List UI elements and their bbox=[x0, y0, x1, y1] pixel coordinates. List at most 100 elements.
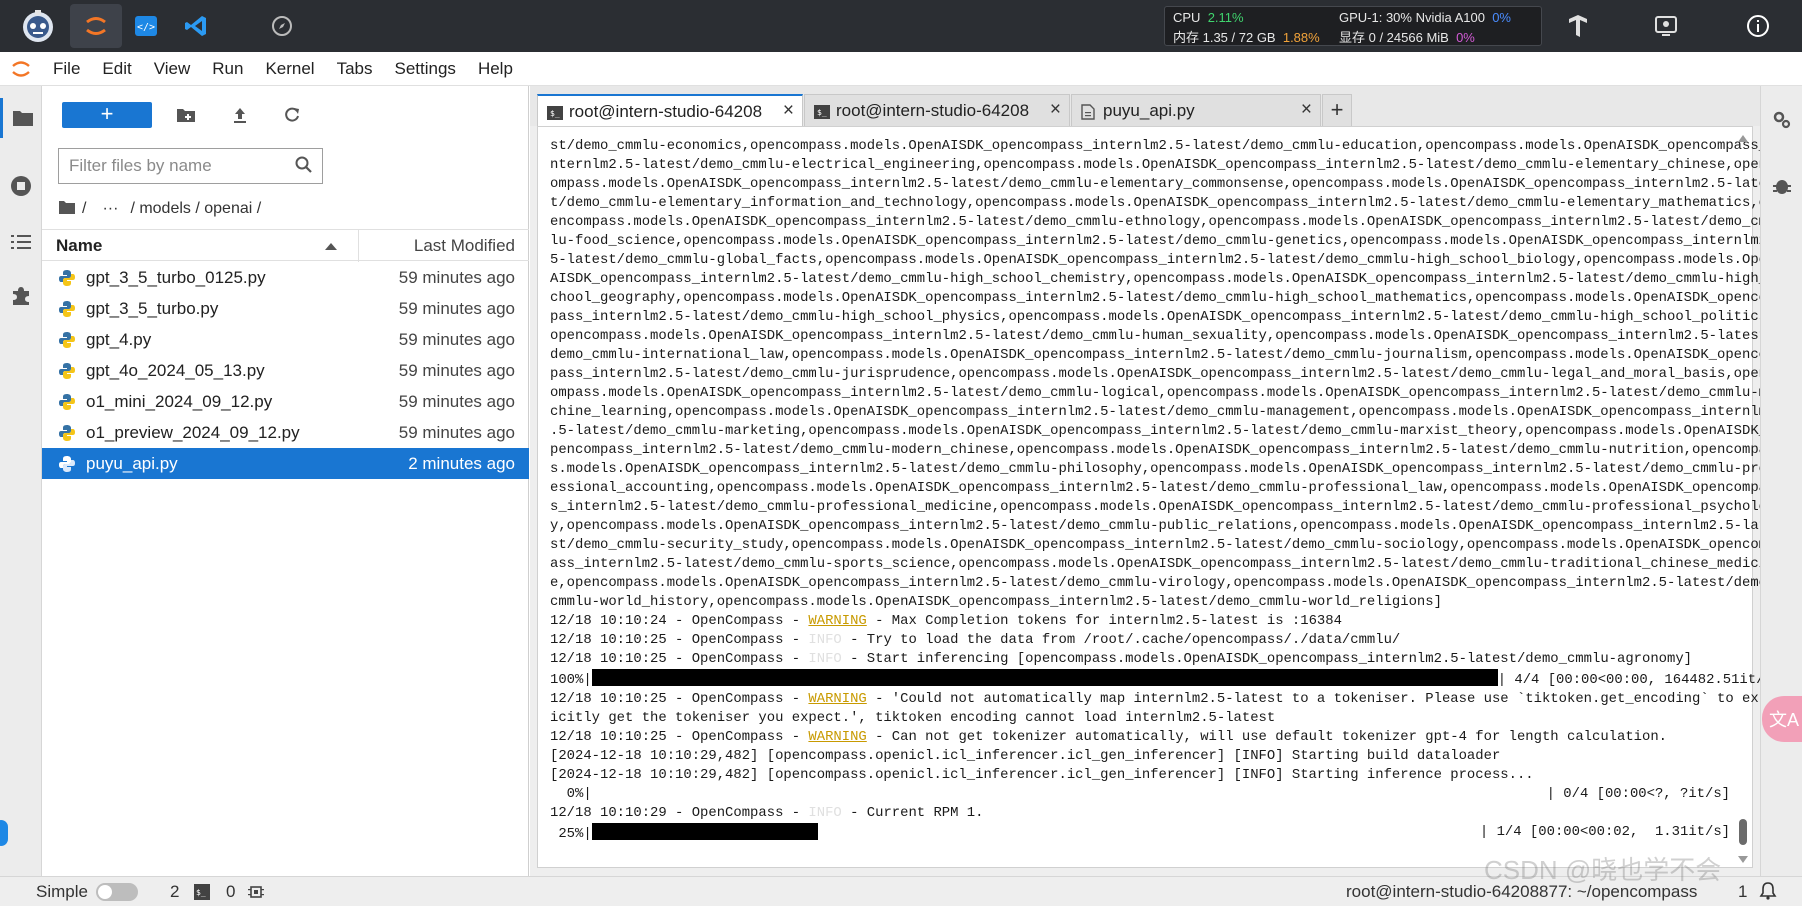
log-prefix: 12/18 10:10:25 - OpenCompass - bbox=[550, 691, 809, 707]
python-file-icon bbox=[58, 269, 76, 287]
simple-mode-toggle[interactable] bbox=[96, 883, 138, 901]
breadcrumb-ellipsis[interactable]: ··· bbox=[102, 200, 118, 218]
file-row-selected[interactable]: puyu_api.py 2 minutes ago bbox=[42, 448, 529, 479]
terminal-line: st/demo_cmmlu-security_study,opencompass… bbox=[550, 537, 1776, 553]
jupyter-app-icon[interactable] bbox=[70, 4, 122, 48]
close-icon[interactable]: × bbox=[1050, 99, 1061, 121]
file-row[interactable]: o1_mini_2024_09_12.py 59 minutes ago bbox=[42, 386, 529, 417]
menu-tabs[interactable]: Tabs bbox=[326, 59, 384, 79]
progress-stats: | 0/4 [00:00<?, ?it/s] bbox=[1546, 786, 1730, 802]
terminal-count[interactable]: 2 bbox=[170, 882, 179, 902]
file-row[interactable]: gpt_3_5_turbo.py 59 minutes ago bbox=[42, 293, 529, 324]
file-list: gpt_3_5_turbo_0125.py 59 minutes ago gpt… bbox=[42, 262, 529, 479]
terminal-line: pass_internlm2.5-latest/demo_cmmlu-juris… bbox=[550, 366, 1776, 382]
breadcrumb-path[interactable]: / models / openai / bbox=[130, 200, 261, 218]
terminal-line: essional_accounting,opencompass.models.O… bbox=[550, 480, 1776, 496]
menu-edit[interactable]: Edit bbox=[91, 59, 142, 79]
file-row[interactable]: o1_preview_2024_09_12.py 59 minutes ago bbox=[42, 417, 529, 448]
terminal-line: 5-latest/demo_cmmlu-global_facts,opencom… bbox=[550, 252, 1776, 268]
terminal-scrollbar[interactable] bbox=[1738, 135, 1748, 863]
progress-percent: 25%| bbox=[550, 826, 592, 842]
home-folder-icon[interactable] bbox=[58, 199, 76, 220]
file-name: gpt_4o_2024_05_13.py bbox=[86, 361, 265, 380]
code-editor-app-icon[interactable]: </> bbox=[120, 4, 172, 48]
extensions-puzzle-icon[interactable] bbox=[0, 276, 42, 316]
terminal-line: ompass.models.OpenAISDK_opencompass_inte… bbox=[550, 385, 1776, 401]
new-folder-icon[interactable] bbox=[172, 102, 200, 128]
tab-puyu-api[interactable]: puyu_api.py × bbox=[1071, 94, 1321, 126]
log-message: - Max Completion tokens for internlm2.5-… bbox=[866, 613, 1342, 629]
close-icon[interactable]: × bbox=[1301, 99, 1312, 121]
breadcrumb-root[interactable]: / bbox=[82, 200, 86, 218]
menu-file[interactable]: File bbox=[42, 59, 91, 79]
compass-icon[interactable] bbox=[256, 4, 308, 48]
refresh-icon[interactable] bbox=[278, 102, 306, 128]
file-modified: 2 minutes ago bbox=[408, 454, 515, 473]
file-filter-box bbox=[58, 148, 323, 184]
side-handle[interactable] bbox=[0, 820, 8, 846]
table-of-contents-icon[interactable] bbox=[0, 222, 42, 262]
running-sessions-icon[interactable] bbox=[0, 166, 42, 206]
column-divider[interactable] bbox=[358, 230, 359, 262]
menu-settings[interactable]: Settings bbox=[384, 59, 467, 79]
menu-kernel[interactable]: Kernel bbox=[254, 59, 325, 79]
file-row[interactable]: gpt_4o_2024_05_13.py 59 minutes ago bbox=[42, 355, 529, 386]
robot-logo-icon[interactable] bbox=[8, 4, 68, 48]
translate-icon[interactable]: 文A bbox=[1762, 696, 1802, 742]
menu-help[interactable]: Help bbox=[467, 59, 524, 79]
log-message: - 'Could not automatically map internlm2… bbox=[866, 691, 1776, 707]
debugger-bug-icon[interactable] bbox=[1761, 166, 1802, 206]
terminal-wrapped-block: st/demo_cmmlu-economics,opencompass.mode… bbox=[550, 137, 1776, 612]
file-list-header: Name Last Modified bbox=[42, 229, 529, 262]
new-launcher-button[interactable]: + bbox=[62, 102, 152, 128]
tab-label: root@intern-studio-64208 bbox=[569, 102, 763, 121]
log-prefix: 12/18 10:10:24 - OpenCompass - bbox=[550, 613, 809, 629]
terminal-line: demo_cmmlu-international_law,opencompass… bbox=[550, 347, 1776, 363]
progress-bar-fill bbox=[591, 823, 818, 840]
column-last-modified-header[interactable]: Last Modified bbox=[414, 236, 515, 256]
file-browser-tab-icon[interactable] bbox=[0, 98, 42, 138]
top-bar: </> CPU 2.11% 内存 1.35 / 72 GB 1.88% GPU-… bbox=[0, 0, 1802, 52]
scroll-down-icon[interactable] bbox=[1738, 856, 1748, 863]
column-name-header[interactable]: Name bbox=[56, 236, 102, 256]
text-file-icon bbox=[1081, 104, 1097, 120]
terminal-line: .5-latest/demo_cmmlu-marketing,opencompa… bbox=[550, 423, 1776, 439]
log-level-warning: WARNING bbox=[808, 691, 867, 707]
add-tab-button[interactable]: + bbox=[1322, 94, 1352, 126]
scroll-thumb[interactable] bbox=[1739, 819, 1747, 845]
file-name: o1_preview_2024_09_12.py bbox=[86, 423, 300, 442]
python-file-icon bbox=[58, 362, 76, 380]
tab-terminal-2[interactable]: $_ root@intern-studio-64208 × bbox=[804, 94, 1070, 126]
bell-icon[interactable] bbox=[1758, 881, 1778, 906]
terminal-line: pass_internlm2.5-latest/demo_cmmlu-high_… bbox=[550, 309, 1776, 325]
file-modified: 59 minutes ago bbox=[398, 392, 515, 411]
log-line: 12/18 10:10:25 - OpenCompass - WARNING -… bbox=[550, 728, 1730, 747]
terminal-line: s_internlm2.5-latest/demo_cmmlu-professi… bbox=[550, 499, 1776, 515]
left-sidebar-rail bbox=[0, 86, 42, 876]
upload-icon[interactable] bbox=[226, 102, 254, 128]
progress-bar-fill bbox=[591, 669, 1498, 686]
file-row[interactable]: gpt_4.py 59 minutes ago bbox=[42, 324, 529, 355]
close-icon[interactable]: × bbox=[783, 100, 794, 122]
terminal-line: st/demo_cmmlu-economics,opencompass.mode… bbox=[550, 138, 1776, 154]
menu-run[interactable]: Run bbox=[201, 59, 254, 79]
log-prefix: 12/18 10:10:25 - OpenCompass - bbox=[550, 729, 809, 745]
tensor-icon[interactable] bbox=[1552, 4, 1604, 48]
python-file-icon bbox=[58, 424, 76, 442]
tab-label: puyu_api.py bbox=[1103, 101, 1195, 120]
file-row[interactable]: gpt_3_5_turbo_0125.py 59 minutes ago bbox=[42, 262, 529, 293]
vscode-app-icon[interactable] bbox=[170, 4, 222, 48]
monitor-chart-icon[interactable] bbox=[1640, 4, 1692, 48]
scroll-up-icon[interactable] bbox=[1738, 135, 1748, 142]
simple-mode-label: Simple bbox=[36, 882, 88, 901]
terminal-line: y,opencompass.models.OpenAISDK_opencompa… bbox=[550, 518, 1776, 534]
terminal-output[interactable]: st/demo_cmmlu-economics,opencompass.mode… bbox=[537, 126, 1781, 868]
kernel-count[interactable]: 0 bbox=[226, 882, 235, 902]
property-inspector-icon[interactable] bbox=[1761, 100, 1802, 140]
info-icon[interactable] bbox=[1732, 4, 1784, 48]
tab-terminal-1[interactable]: $_ root@intern-studio-64208 × bbox=[537, 94, 803, 126]
file-filter-input[interactable] bbox=[59, 149, 284, 183]
log-level-warning: WARNING bbox=[808, 729, 867, 745]
menu-view[interactable]: View bbox=[143, 59, 202, 79]
terminal-icon: $_ bbox=[194, 884, 210, 905]
